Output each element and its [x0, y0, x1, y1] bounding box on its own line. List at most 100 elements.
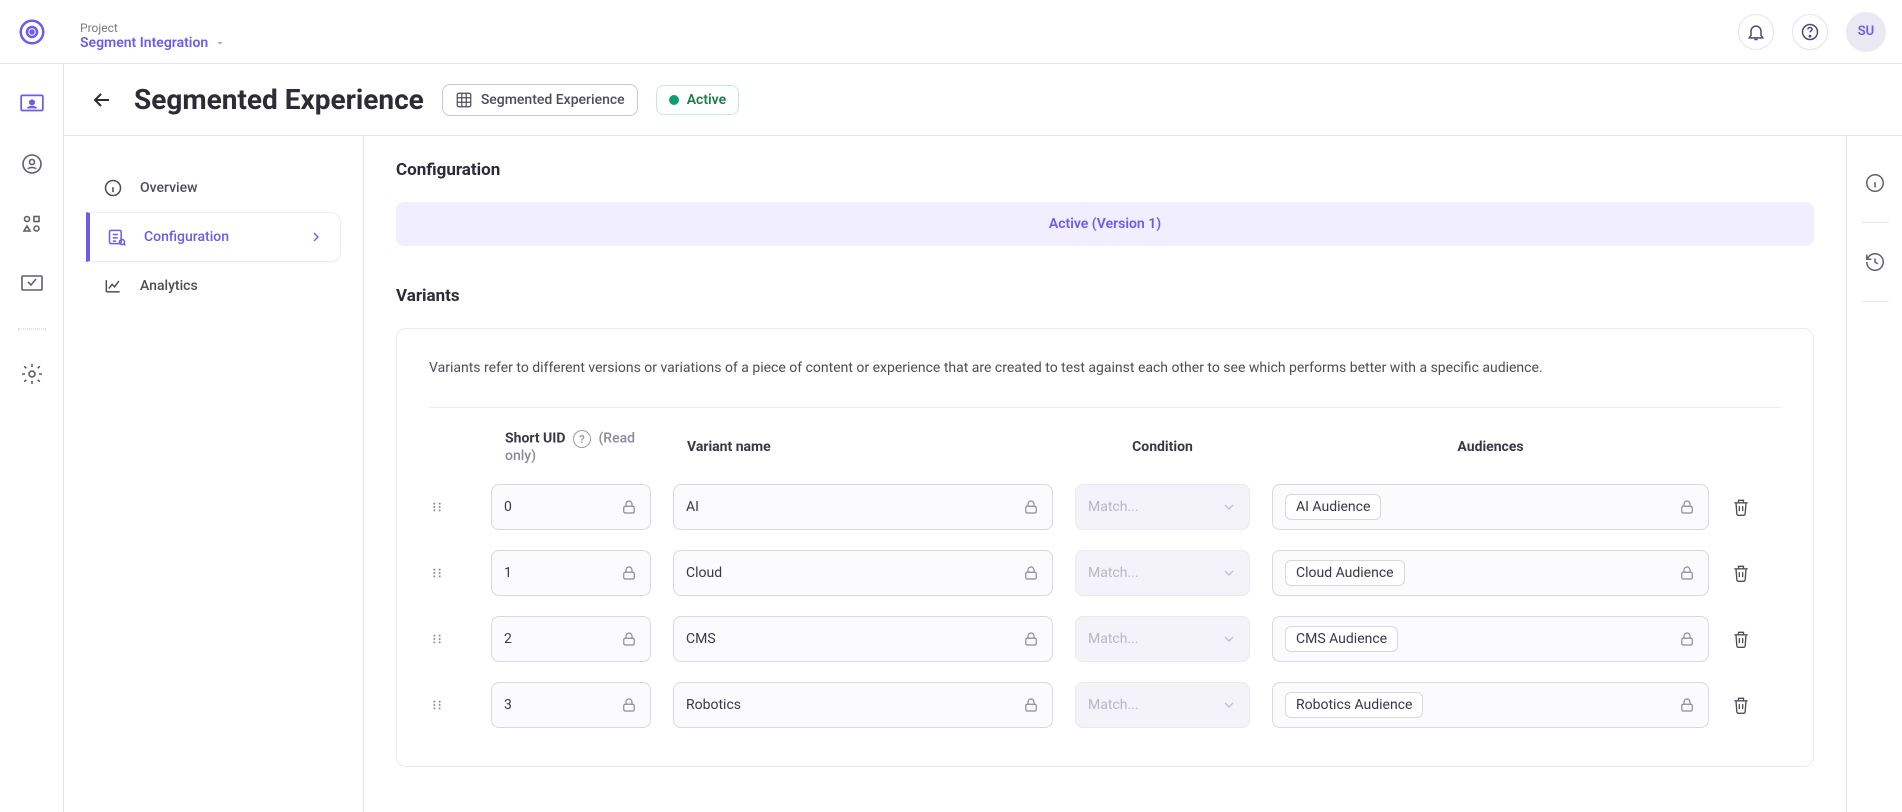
target-user-icon — [20, 152, 44, 176]
audience-chip[interactable]: Robotics Audience — [1285, 692, 1423, 718]
status-dot-icon — [669, 95, 679, 105]
short-uid-cell: 0 — [491, 484, 651, 530]
sidenav-item-overview[interactable]: Overview — [86, 164, 341, 212]
segmented-icon — [455, 91, 473, 109]
experience-type-tag: Segmented Experience — [442, 84, 638, 116]
drag-handle[interactable] — [429, 565, 469, 581]
analytics-icon — [102, 276, 124, 296]
section-title-configuration: Configuration — [396, 160, 1814, 180]
variant-name-cell[interactable]: Robotics — [673, 682, 1053, 728]
content-scroll[interactable]: Configuration Active (Version 1) Variant… — [364, 136, 1846, 812]
section-title-variants: Variants — [396, 286, 1814, 306]
right-rail-divider — [1861, 222, 1889, 223]
condition-select[interactable]: Match... — [1075, 550, 1250, 596]
delete-row-button[interactable] — [1731, 563, 1781, 583]
rail-item-events[interactable] — [16, 268, 48, 300]
delete-row-button[interactable] — [1731, 497, 1781, 517]
chevron-down-icon — [1221, 697, 1237, 713]
variant-name-value: Cloud — [686, 565, 1012, 581]
audiences-cell[interactable]: Cloud Audience — [1272, 550, 1709, 596]
lock-icon — [620, 498, 638, 516]
variants-card: Variants refer to different versions or … — [396, 328, 1814, 767]
rail-item-settings[interactable] — [16, 358, 48, 390]
right-rail-divider — [1861, 301, 1889, 302]
variants-table: Short UID ? (Read only) Variant name Con… — [429, 416, 1781, 738]
sidenav-item-configuration[interactable]: Configuration — [86, 212, 341, 262]
config-icon — [106, 227, 128, 247]
version-banner[interactable]: Active (Version 1) — [396, 202, 1814, 246]
th-condition: Condition — [1075, 439, 1250, 455]
condition-placeholder: Match... — [1088, 631, 1139, 647]
audience-chip[interactable]: CMS Audience — [1285, 626, 1398, 652]
chevron-down-icon — [1221, 565, 1237, 581]
right-rail — [1846, 136, 1902, 812]
info-icon — [102, 178, 124, 198]
app-logo[interactable] — [0, 0, 64, 64]
drag-handle[interactable] — [429, 697, 469, 713]
help-button[interactable] — [1792, 14, 1828, 50]
notifications-button[interactable] — [1738, 14, 1774, 50]
rail-divider — [18, 328, 46, 330]
sidenav-label: Analytics — [140, 278, 198, 294]
right-rail-info[interactable] — [1860, 168, 1890, 198]
rail-item-segments[interactable] — [16, 208, 48, 240]
sidenav-item-analytics[interactable]: Analytics — [86, 262, 341, 310]
right-rail-history[interactable] — [1860, 247, 1890, 277]
project-label: Project — [80, 21, 226, 35]
variant-name-cell[interactable]: Cloud — [673, 550, 1053, 596]
drag-handle[interactable] — [429, 631, 469, 647]
history-icon — [1864, 251, 1886, 273]
lock-icon — [1022, 498, 1040, 516]
info-icon — [1864, 172, 1886, 194]
lock-icon — [1678, 564, 1696, 582]
table-row: 0 AI Match... AI Audience — [429, 474, 1781, 540]
wand-icon — [20, 272, 44, 296]
rail-item-audiences[interactable] — [16, 148, 48, 180]
variant-name-cell[interactable]: AI — [673, 484, 1053, 530]
table-row: 2 CMS Match... CMS Audience — [429, 606, 1781, 672]
condition-select[interactable]: Match... — [1075, 682, 1250, 728]
th-variant-name: Variant name — [673, 439, 1053, 455]
audiences-cell[interactable]: Robotics Audience — [1272, 682, 1709, 728]
th-short-uid: Short UID ? (Read only) — [491, 430, 651, 464]
avatar-initials: SU — [1858, 24, 1874, 39]
avatar[interactable]: SU — [1846, 12, 1886, 52]
variant-name-value: AI — [686, 499, 1012, 515]
rail-item-experiences[interactable] — [16, 88, 48, 120]
chevron-down-icon — [1221, 631, 1237, 647]
table-row: 1 Cloud Match... Cloud Audience — [429, 540, 1781, 606]
lock-icon — [1022, 564, 1040, 582]
topbar: Project Segment Integration SU — [0, 0, 1902, 64]
short-uid-cell: 2 — [491, 616, 651, 662]
delete-row-button[interactable] — [1731, 695, 1781, 715]
side-nav: Overview Configuration Analytics — [64, 136, 364, 812]
condition-placeholder: Match... — [1088, 565, 1139, 581]
back-button[interactable] — [88, 86, 116, 114]
drag-handle[interactable] — [429, 499, 469, 515]
lock-icon — [1022, 630, 1040, 648]
audience-chip[interactable]: Cloud Audience — [1285, 560, 1405, 586]
screen-user-icon — [19, 91, 45, 117]
lock-icon — [620, 696, 638, 714]
condition-select[interactable]: Match... — [1075, 484, 1250, 530]
bell-icon — [1746, 22, 1766, 42]
sidenav-label: Configuration — [144, 229, 229, 245]
lock-icon — [1678, 630, 1696, 648]
project-selector[interactable]: Project Segment Integration — [64, 13, 226, 51]
variant-name-cell[interactable]: CMS — [673, 616, 1053, 662]
chevron-down-icon — [1221, 499, 1237, 515]
audience-chip[interactable]: AI Audience — [1285, 494, 1381, 520]
variant-name-value: Robotics — [686, 697, 1012, 713]
page-title: Segmented Experience — [134, 83, 424, 116]
help-icon[interactable]: ? — [573, 430, 591, 448]
arrow-left-icon — [90, 88, 114, 112]
delete-row-button[interactable] — [1731, 629, 1781, 649]
audiences-cell[interactable]: AI Audience — [1272, 484, 1709, 530]
condition-select[interactable]: Match... — [1075, 616, 1250, 662]
short-uid-cell: 3 — [491, 682, 651, 728]
condition-placeholder: Match... — [1088, 697, 1139, 713]
short-uid-cell: 1 — [491, 550, 651, 596]
audiences-cell[interactable]: CMS Audience — [1272, 616, 1709, 662]
table-row: 3 Robotics Match... Robotics Audience — [429, 672, 1781, 738]
variants-description: Variants refer to different versions or … — [429, 357, 1781, 408]
